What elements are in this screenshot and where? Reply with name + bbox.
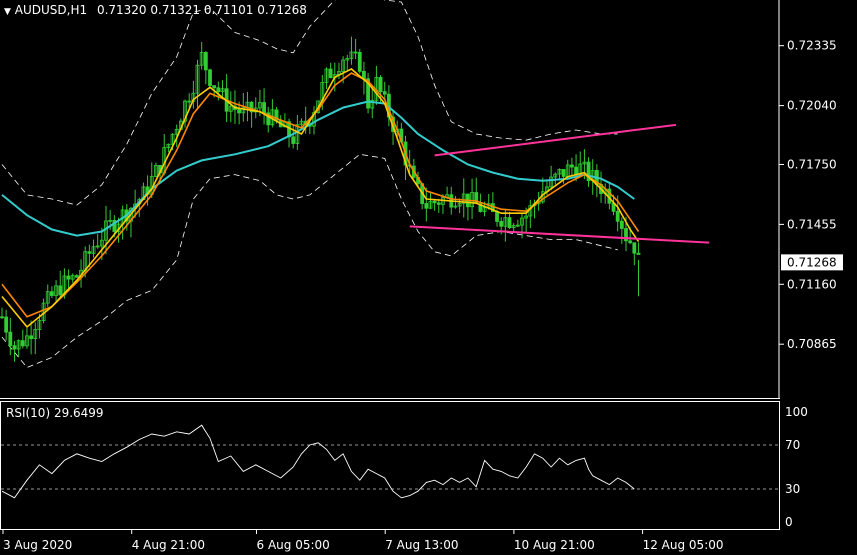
moving-averages (1, 68, 640, 329)
price-tick-label: 0.70865 (787, 337, 837, 351)
price-tick-label: 0.71455 (787, 217, 837, 231)
candle-body (357, 51, 362, 72)
candle-body (353, 51, 358, 54)
rsi-tick-label: 100 (785, 405, 808, 419)
candle-body (362, 70, 366, 80)
chart-menu-arrow-icon[interactable]: ▼ (4, 7, 11, 17)
candle-body (212, 85, 217, 89)
candle-body (216, 87, 221, 92)
candle-body (636, 252, 641, 255)
time-tick-label: 10 Aug 21:00 (514, 538, 595, 552)
candle-body (615, 210, 620, 222)
rsi-tick-label: 0 (785, 515, 793, 529)
candle-body (8, 331, 13, 347)
bollinger-bands (1, 0, 618, 368)
price-axis: 0.72335 0.72040 0.71750 0.71455 0.71160 0.708… (779, 39, 843, 351)
candle-body (574, 166, 578, 175)
time-tick-label: 3 Aug 2020 (3, 538, 72, 552)
candle-body (66, 275, 71, 280)
lower-band-line (1, 153, 618, 368)
candle-body (570, 164, 574, 168)
candle-body (29, 335, 34, 340)
rsi-tick-label: 70 (785, 438, 800, 452)
candle-body (74, 275, 79, 278)
time-tick-label: 7 Aug 13:00 (385, 538, 458, 552)
upper-trendline (434, 123, 677, 157)
price-tick-label: 0.72040 (787, 99, 837, 113)
candle-body (382, 91, 387, 95)
candle-body (507, 217, 512, 229)
price-tick-label: 0.71160 (787, 277, 837, 291)
rsi-tick-label: 30 (785, 482, 800, 496)
price-tick-label: 0.71750 (787, 157, 837, 171)
candle-body (628, 240, 633, 244)
current-price-label: 0.71268 (787, 255, 837, 269)
ohlc-values: 0.71320 0.71321 0.71101 0.71268 (96, 3, 307, 17)
rsi-indicator: 100 70 30 0 (1, 405, 808, 529)
price-tick-label: 0.72335 (787, 39, 837, 53)
candle-body (208, 69, 212, 87)
candle-body (432, 200, 437, 204)
symbol-label: AUDUSD,H1 (14, 3, 88, 17)
time-tick-label: 12 Aug 05:00 (643, 538, 724, 552)
rsi-line (1, 424, 635, 499)
candle-body (291, 136, 296, 144)
lower-trendline (409, 225, 710, 244)
candle-body (436, 202, 441, 205)
candle-body (4, 316, 9, 333)
candle-body (328, 68, 333, 79)
candle-body (632, 242, 637, 254)
candle-body (237, 109, 242, 114)
candlesticks (0, 36, 641, 362)
candle-body (262, 102, 266, 114)
chart-header: ▼ AUDUSD,H1 0.71320 0.71321 0.71101 0.71… (4, 3, 307, 17)
time-tick-label: 6 Aug 05:00 (257, 538, 330, 552)
candle-body (203, 52, 208, 71)
candle-body (50, 291, 54, 296)
ma-slow-line (1, 100, 635, 237)
candle-body (378, 76, 383, 93)
candle-body (58, 285, 63, 296)
candle-body (499, 221, 504, 227)
upper-band-line (1, 0, 618, 206)
candle-body (0, 316, 4, 319)
rsi-panel-frame (0, 401, 780, 530)
candle-body (424, 203, 429, 209)
candle-body (87, 251, 92, 254)
rsi-header: RSI(10) 29.6499 (6, 406, 104, 420)
candle-body (187, 100, 192, 103)
chart-canvas: 0.72335 0.72040 0.71750 0.71455 0.71160 0.708… (0, 0, 843, 552)
candle-body (12, 345, 17, 350)
candle-body (495, 211, 499, 222)
candle-body (619, 220, 624, 229)
time-tick-label: 4 Aug 21:00 (132, 538, 205, 552)
time-axis: 3 Aug 2020 4 Aug 21:00 6 Aug 05:00 7 Aug 13… (2, 529, 724, 552)
candle-body (20, 340, 25, 347)
candle-body (561, 169, 566, 177)
